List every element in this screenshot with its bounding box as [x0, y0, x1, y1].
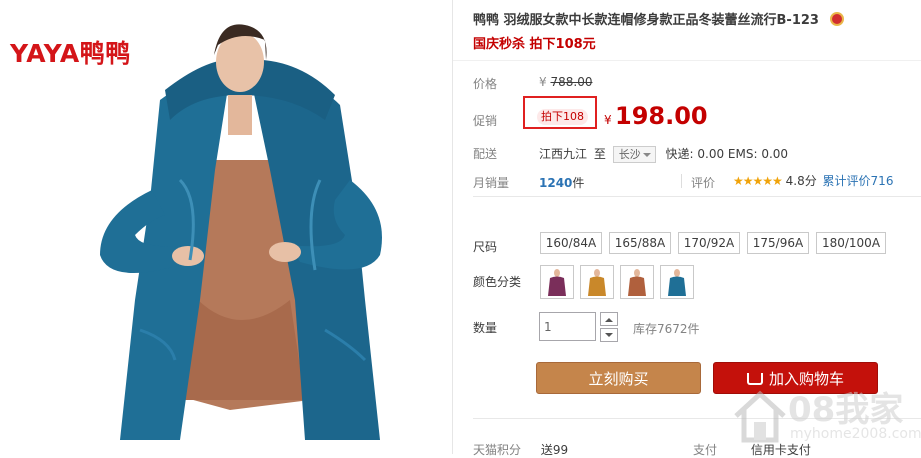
quantity-label: 数量: [473, 321, 498, 335]
size-option[interactable]: 165/88A: [609, 232, 671, 254]
size-option[interactable]: 170/92A: [678, 232, 740, 254]
color-swatch[interactable]: [540, 265, 574, 299]
quantity-decrease-button[interactable]: [600, 328, 618, 342]
promotion-tag: 拍下108: [537, 109, 588, 125]
size-label: 尺码: [473, 240, 498, 254]
shipping-to-word: 至: [593, 147, 606, 161]
quantity-increase-button[interactable]: [600, 312, 618, 326]
medal-icon: [829, 12, 844, 26]
section-divider: [473, 196, 921, 197]
monthly-sales: 1240件: [539, 176, 585, 190]
original-price: ¥ 788.00: [539, 75, 593, 89]
monthly-sales-label: 月销量: [473, 176, 510, 190]
size-option[interactable]: 160/84A: [540, 232, 602, 254]
panel-separator: [453, 60, 921, 61]
color-swatch[interactable]: [660, 265, 694, 299]
points-row: 天猫积分 送99: [473, 443, 569, 457]
size-option[interactable]: 180/100A: [816, 232, 886, 254]
shipping-fees: 快递: 0.00 EMS: 0.00: [665, 147, 789, 161]
divider: [681, 174, 682, 188]
rating-score: 4.8分: [785, 174, 817, 188]
shipping-row: 江西九江 至 长沙 快递: 0.00 EMS: 0.00: [539, 145, 788, 163]
promotion-label: 促销: [473, 114, 498, 128]
buy-now-button[interactable]: 立刻购买: [536, 362, 701, 394]
promo-line: 国庆秒杀 拍下108元: [473, 37, 596, 52]
destination-dropdown[interactable]: 长沙: [612, 146, 656, 163]
color-swatch[interactable]: [580, 265, 614, 299]
watermark-text: 08我家: [788, 390, 904, 430]
house-icon: [734, 390, 786, 443]
color-label: 颜色分类: [473, 275, 522, 289]
product-image-area: YAYA鸭鸭: [0, 0, 452, 454]
size-option[interactable]: 175/96A: [747, 232, 809, 254]
rating: ★★★★★ 4.8分 累计评价716: [733, 172, 893, 189]
watermark-url: myhome2008.com: [790, 426, 921, 442]
currency-symbol: ¥: [604, 113, 612, 127]
product-title: 鸭鸭 羽绒服女款中长款连帽修身款正品冬装蕾丝流行B-123: [473, 9, 844, 28]
shipping-label: 配送: [473, 147, 498, 161]
promotion-price: 198.00: [615, 102, 708, 130]
shipping-origin: 江西九江: [539, 147, 588, 161]
stock-count: 库存7672件: [633, 322, 700, 336]
review-count-link[interactable]: 累计评价716: [823, 174, 894, 188]
color-swatch[interactable]: [620, 265, 654, 299]
rating-label: 评价: [691, 176, 716, 190]
product-photo[interactable]: [80, 0, 400, 454]
star-rating-icon: ★★★★★: [733, 174, 783, 188]
quantity-input[interactable]: [539, 312, 596, 341]
price-label: 价格: [473, 77, 498, 91]
watermark: 08我家 myhome2008.com: [730, 380, 921, 454]
